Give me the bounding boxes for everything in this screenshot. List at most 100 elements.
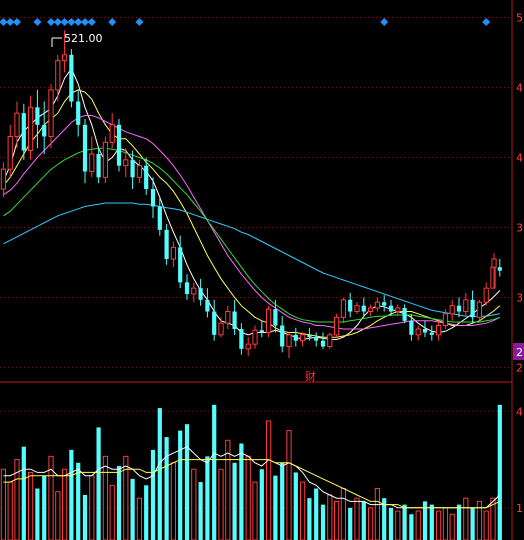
- volume-bar-up: [442, 507, 449, 540]
- price-tick-label: 5: [516, 12, 523, 25]
- candle-body-up: [463, 299, 469, 313]
- ma-line-ma20: [3, 115, 501, 330]
- volume-bar-up: [415, 510, 421, 540]
- candle-body-down: [198, 288, 203, 300]
- volume-bar-down: [144, 485, 149, 540]
- candle-body-down: [232, 311, 237, 329]
- volume-bar-down: [212, 404, 217, 540]
- candle-body-up: [299, 334, 306, 342]
- price-grid: [0, 17, 512, 368]
- signal-diamond-icon: [87, 18, 96, 26]
- volume-bar-up: [286, 430, 292, 540]
- candle-body-down: [388, 305, 394, 312]
- price-tick-label: 3: [516, 222, 523, 235]
- volume-bar-down: [273, 475, 278, 540]
- volume-bar-up: [61, 468, 68, 540]
- candle-body-up: [14, 112, 20, 137]
- candle-body-up: [252, 329, 258, 345]
- candle-body-up: [225, 311, 231, 324]
- signal-diamond-icon: [135, 18, 144, 26]
- candle-body-down: [422, 329, 428, 333]
- candle-body-up: [102, 141, 109, 178]
- candle-body-up: [136, 165, 143, 178]
- volume-bar-down: [409, 514, 414, 540]
- peak-price-label: 521.00: [64, 32, 103, 45]
- volume-bar-down: [130, 478, 135, 540]
- candle-body-down: [382, 302, 387, 306]
- candle-body-up: [89, 153, 95, 172]
- candle-body-down: [205, 299, 210, 312]
- volume-bar-up: [252, 481, 258, 540]
- volume-bar-down: [259, 469, 264, 540]
- volume-bar-up: [7, 481, 13, 540]
- signal-diamond-icon: [13, 18, 21, 26]
- candle-body-up: [395, 307, 401, 312]
- price-tick-label: 3: [516, 292, 523, 305]
- volume-bar-up: [265, 420, 272, 540]
- volume-bar-down: [348, 507, 353, 540]
- signal-diamond-icon: [33, 18, 42, 26]
- candle-body-down: [150, 189, 156, 207]
- candle-body-down: [239, 329, 244, 349]
- volume-bar-down: [422, 501, 428, 540]
- volume-bar-up: [136, 497, 143, 540]
- candle-body-up: [109, 124, 115, 143]
- peak-annotation[interactable]: 521.00: [51, 32, 103, 47]
- candle-body-up: [415, 328, 421, 336]
- candle-body-up: [333, 316, 340, 336]
- volume-bar-down: [69, 449, 74, 540]
- volume-bar-down: [21, 446, 26, 540]
- volume-bar-down: [96, 427, 101, 540]
- candle-body-down: [293, 334, 298, 341]
- volume-bar-up: [367, 507, 374, 540]
- volume-bar-up: [109, 484, 115, 540]
- candle-body-up: [286, 334, 292, 348]
- signal-diamond-icon: [482, 18, 491, 26]
- candle-body-up: [7, 136, 13, 170]
- candle-body-down: [130, 159, 135, 178]
- volume-bar-up: [170, 462, 177, 540]
- price-axis: 5 4 4 3 3 2: [516, 12, 523, 375]
- volume-bar-down: [470, 507, 475, 540]
- candle-body-down: [178, 247, 183, 283]
- candle-body-down: [35, 107, 40, 125]
- volume-bar-down: [150, 449, 156, 540]
- volume-bar-up: [218, 468, 224, 540]
- candle-body-up: [374, 301, 381, 309]
- volume-bar-down: [388, 507, 394, 540]
- candle-body-down: [184, 282, 190, 294]
- candle-body-up: [0, 168, 7, 190]
- candle-body-up: [354, 305, 360, 312]
- volume-bar-up: [374, 488, 381, 540]
- candle-body-down: [497, 267, 502, 271]
- volume-bar-up: [327, 494, 333, 540]
- volume-bar-down: [239, 443, 244, 540]
- event-badge[interactable]: 财: [305, 369, 316, 383]
- candle-body-up: [442, 313, 449, 327]
- ma-line-ma30: [3, 147, 500, 323]
- volume-axis: 41: [516, 405, 523, 515]
- signal-diamond-icon: [380, 18, 389, 26]
- candle-body-up: [55, 60, 61, 91]
- candle-body-down: [307, 334, 312, 338]
- volume-bar-down: [76, 462, 81, 540]
- candle-body-down: [409, 320, 414, 335]
- candle-body-down: [348, 299, 353, 312]
- price-tick-label: 2: [516, 362, 523, 375]
- volume-bar-down: [184, 424, 190, 540]
- candle-body-down: [76, 101, 81, 125]
- volume-bar-up: [476, 500, 483, 540]
- stock-chart: 521.00 财 544332 41 2: [0, 0, 524, 540]
- candle-body-up: [367, 307, 374, 312]
- candle-body-down: [470, 299, 475, 318]
- volume-bar-down: [198, 482, 203, 540]
- volume-bar-down: [164, 437, 169, 540]
- candle-body-down: [429, 332, 434, 335]
- volume-bar-down: [497, 404, 502, 540]
- ma-line-ma60: [3, 202, 500, 317]
- volume-bar-up: [245, 455, 251, 540]
- signal-markers: [0, 18, 491, 26]
- candle-body-up: [245, 343, 251, 350]
- candle-body-up: [476, 301, 483, 318]
- candle-body-down: [259, 330, 264, 333]
